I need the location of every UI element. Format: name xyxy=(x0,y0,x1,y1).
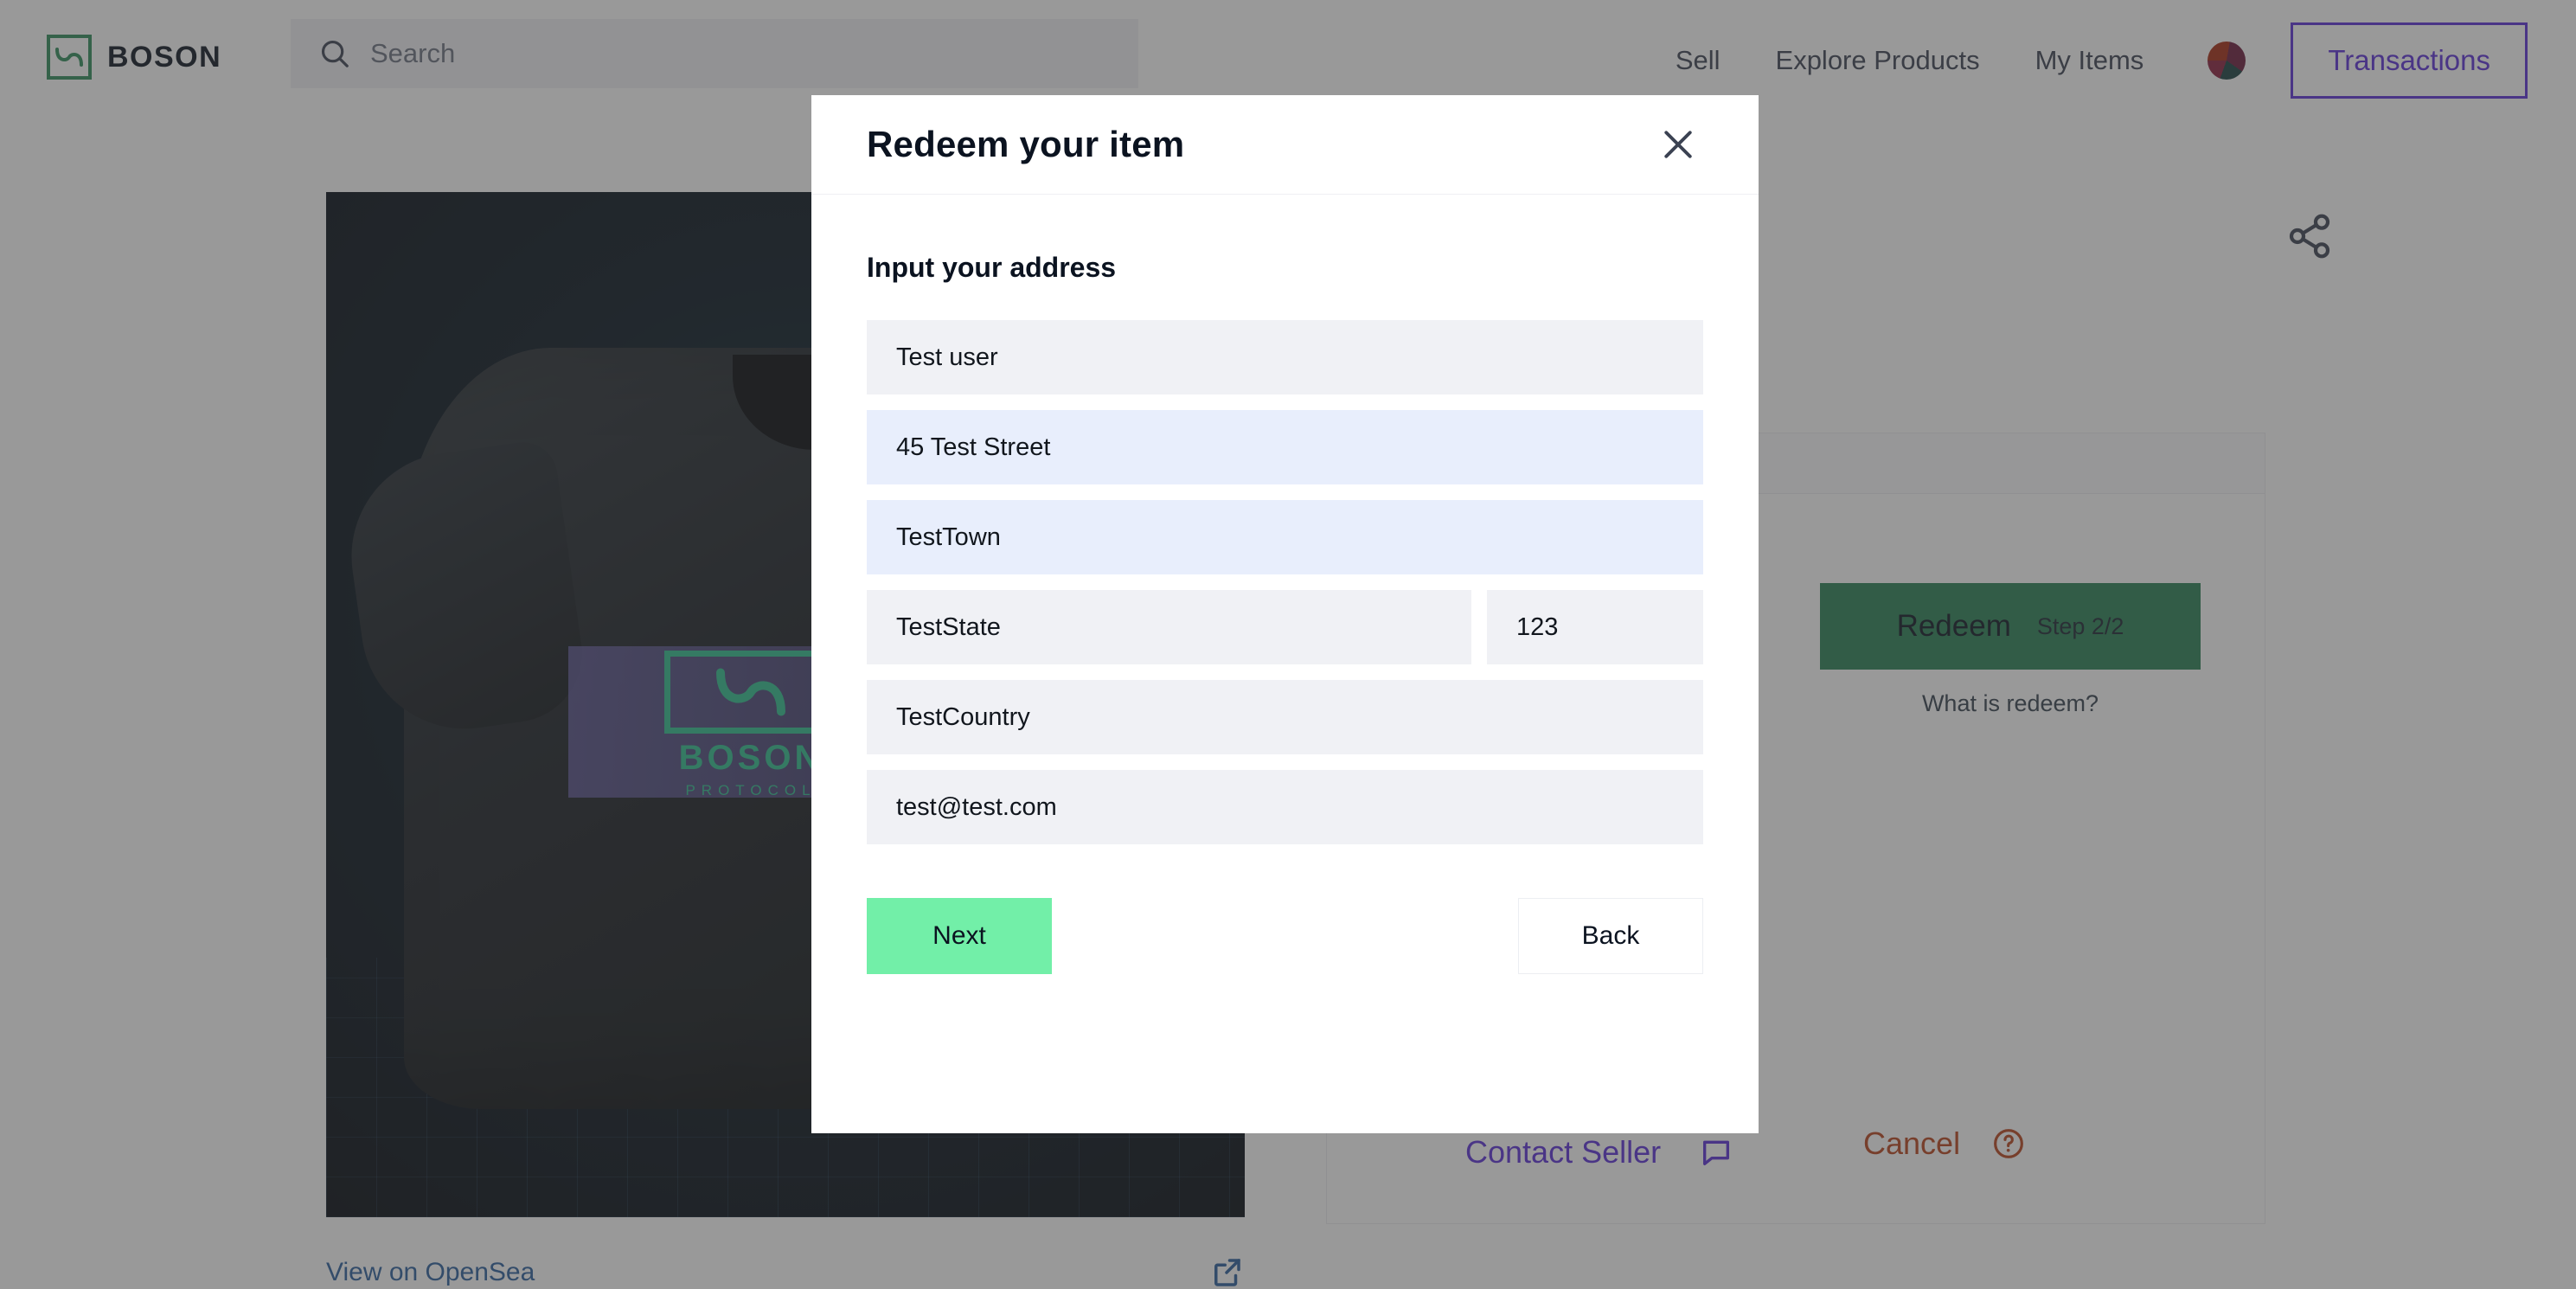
state-postal-row: TestState 123 xyxy=(867,590,1703,664)
redeem-modal: Redeem your item Input your address Test… xyxy=(811,95,1759,1133)
state-field[interactable]: TestState xyxy=(867,590,1471,664)
modal-title: Redeem your item xyxy=(867,124,1185,164)
name-field[interactable]: Test user xyxy=(867,320,1703,394)
postal-code-field[interactable]: 123 xyxy=(1487,590,1703,664)
modal-body: Input your address Test user 45 Test Str… xyxy=(811,195,1759,974)
next-button[interactable]: Next xyxy=(867,898,1052,974)
back-button[interactable]: Back xyxy=(1518,898,1703,974)
email-field[interactable]: test@test.com xyxy=(867,770,1703,844)
country-field[interactable]: TestCountry xyxy=(867,680,1703,754)
close-icon[interactable] xyxy=(1653,119,1703,170)
city-field[interactable]: TestTown xyxy=(867,500,1703,574)
street-field[interactable]: 45 Test Street xyxy=(867,410,1703,484)
modal-header: Redeem your item xyxy=(811,95,1759,195)
app-root: BOSON Search Sell Explore Products My It… xyxy=(0,0,2576,1289)
modal-actions: Next Back xyxy=(867,898,1703,974)
address-section-title: Input your address xyxy=(867,252,1117,283)
